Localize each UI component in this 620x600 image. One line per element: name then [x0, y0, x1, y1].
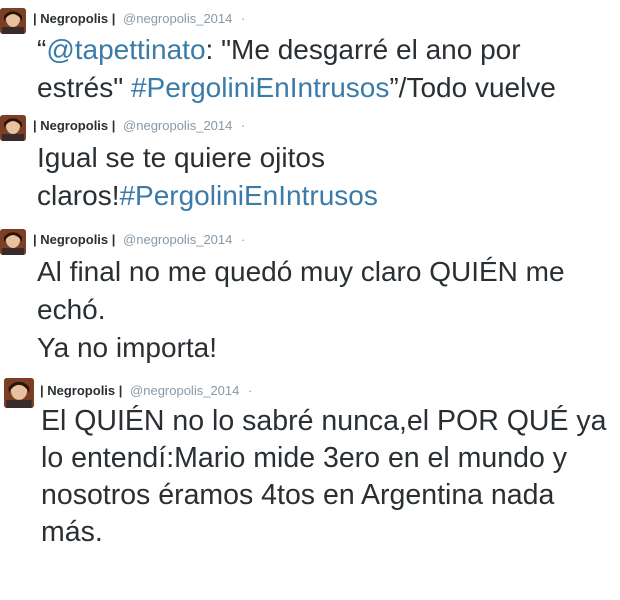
hashtag-link[interactable]: #PergoliniEnIntrusos	[119, 180, 377, 211]
separator-dot: ·	[241, 11, 246, 26]
text-segment: : "Me desgarré el ano por	[205, 34, 521, 65]
user-handle[interactable]: @negropolis_2014	[123, 11, 232, 26]
tweet-line: echó.	[37, 294, 106, 325]
text-segment: ”/Todo vuelve	[389, 72, 556, 103]
text-segment: claros!	[37, 180, 120, 211]
tweet-line: más.	[41, 516, 103, 548]
avatar[interactable]	[0, 229, 26, 255]
tweet-text: Al final no me quedó muy claro QUIÉN me …	[37, 253, 617, 367]
tweet-line: Ya no importa!	[37, 332, 218, 363]
hashtag-link[interactable]: #PergoliniEnIntrusos	[131, 72, 389, 103]
user-handle[interactable]: @negropolis_2014	[123, 232, 232, 247]
tweet-line: lo entendí:Mario mide 3ero en el mundo y	[41, 442, 567, 474]
separator-dot: ·	[241, 118, 246, 133]
tweet-line: Al final no me quedó muy claro QUIÉN me	[37, 256, 565, 287]
user-handle[interactable]: @negropolis_2014	[130, 383, 239, 398]
tweet-text: El QUIÉN no lo sabré nunca,el POR QUÉ ya…	[41, 403, 620, 551]
tweet-line: estrés" #PergoliniEnIntrusos”/Todo vuelv…	[37, 69, 617, 107]
text-segment: “	[37, 34, 47, 65]
tweet-header: | Negropolis | @negropolis_2014 ·	[40, 383, 252, 399]
display-name[interactable]: | Negropolis |	[33, 11, 115, 26]
tweet-header: | Negropolis | @negropolis_2014 ·	[33, 118, 245, 134]
separator-dot: ·	[248, 383, 253, 398]
avatar[interactable]	[4, 378, 34, 408]
tweet-line: “@tapettinato: "Me desgarré el ano por	[37, 31, 617, 69]
display-name[interactable]: | Negropolis |	[40, 383, 122, 398]
tweet-line: nosotros éramos 4tos en Argentina nada	[41, 479, 555, 511]
mention-link[interactable]: @tapettinato	[46, 34, 205, 65]
tweet-text: “@tapettinato: "Me desgarré el ano por e…	[37, 31, 617, 107]
separator-dot: ·	[241, 232, 246, 247]
tweet-line: Igual se te quiere ojitos	[37, 142, 325, 173]
tweet-line: El QUIÉN no lo sabré nunca,el POR QUÉ ya	[41, 405, 607, 437]
avatar[interactable]	[0, 115, 26, 141]
tweet-text: Igual se te quiere ojitos claros!#Pergol…	[37, 139, 617, 215]
avatar[interactable]	[0, 8, 26, 34]
text-segment: estrés"	[37, 72, 131, 103]
tweet-line: claros!#PergoliniEnIntrusos	[37, 177, 617, 215]
display-name[interactable]: | Negropolis |	[33, 232, 115, 247]
tweet-header: | Negropolis | @negropolis_2014 ·	[33, 11, 245, 27]
tweet-header: | Negropolis | @negropolis_2014 ·	[33, 232, 245, 248]
display-name[interactable]: | Negropolis |	[33, 118, 115, 133]
user-handle[interactable]: @negropolis_2014	[123, 118, 232, 133]
